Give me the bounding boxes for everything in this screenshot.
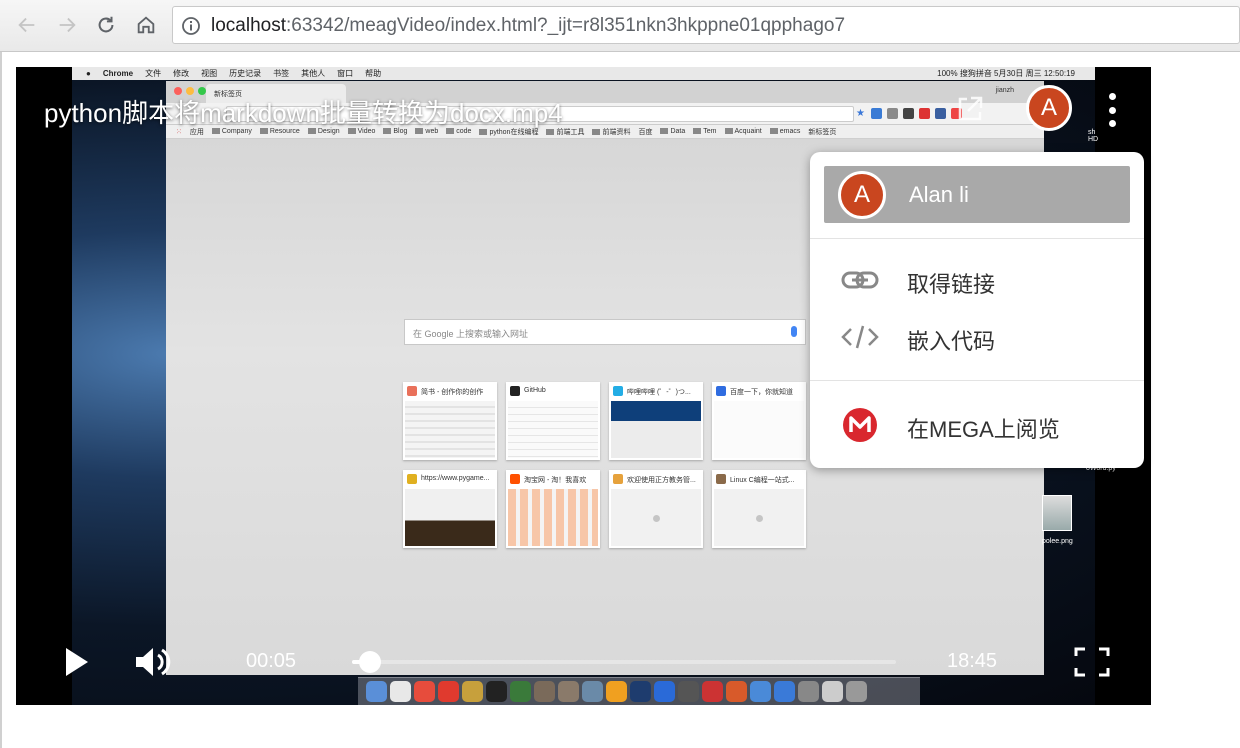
browser-toolbar: localhost:63342/meagVideo/index.html?_ij… <box>0 0 1240 52</box>
menubar-item: 文件 <box>145 69 162 78</box>
fullscreen-icon[interactable] <box>1074 647 1110 677</box>
video-title: python脚本将markdown批量转换为docx.mp4 <box>44 98 563 128</box>
link-icon <box>841 271 879 289</box>
bookmark: 新标签页 <box>808 128 837 136</box>
desktop-thumbnail <box>1042 495 1072 531</box>
embed-code-item[interactable]: 嵌入代码 <box>810 312 1144 362</box>
user-avatar[interactable]: A <box>1026 85 1072 131</box>
menubar-item: 修改 <box>173 69 190 78</box>
recorded-user: jianzh <box>995 87 1014 94</box>
code-icon <box>841 325 879 349</box>
total-time: 18:45 <box>947 650 998 672</box>
arrow-left-icon <box>18 17 35 33</box>
url-text: localhost:63342/meagVideo/index.html?_ij… <box>211 15 846 36</box>
menubar-item: 书签 <box>273 69 290 78</box>
bookmark: 百度 <box>638 128 653 136</box>
page-border <box>0 52 2 748</box>
forward-button[interactable] <box>54 12 80 38</box>
more-menu-icon[interactable] <box>1104 93 1120 127</box>
reload-button[interactable] <box>93 12 119 38</box>
desktop-label: sh HD <box>1088 129 1099 143</box>
home-icon <box>137 16 155 34</box>
view-on-mega-item[interactable]: 在MEGA上阅览 <box>810 400 1144 450</box>
bookmark: Acquaint <box>724 128 762 135</box>
recorded-search-box: 在 Google 上搜索或输入网址 <box>404 319 806 345</box>
recorded-tile: 简书 - 创作你的创作 <box>403 382 497 460</box>
account-name: Alan li <box>909 182 969 207</box>
menubar-status: 100% 搜狗拼音 5月30日 周三 12:50:19 <box>937 69 1075 78</box>
get-link-item[interactable]: 取得链接 <box>810 255 1144 305</box>
seek-bar[interactable] <box>352 651 896 673</box>
mega-logo-icon <box>843 408 877 442</box>
bookmark: Tem <box>693 128 717 135</box>
recorded-tile: 百度一下，你就知道 <box>712 382 806 460</box>
embed-code-label: 嵌入代码 <box>907 329 996 354</box>
current-time: 00:05 <box>246 650 297 672</box>
arrow-right-icon <box>59 17 76 33</box>
bookmark: Data <box>660 128 685 135</box>
menubar-item: 窗口 <box>337 69 354 78</box>
recorded-tile: 欢迎使用正方教务管... <box>609 470 703 548</box>
user-account-row[interactable]: A Alan li <box>824 166 1130 223</box>
volume-icon[interactable] <box>134 645 172 679</box>
recorded-tile: 哔哩哔哩 (゜-゜)つ... <box>609 382 703 460</box>
apple-icon: ● <box>86 69 91 78</box>
star-icon: ★ <box>856 108 865 119</box>
menubar-item: 其他人 <box>301 69 326 78</box>
menu-divider <box>810 380 1144 381</box>
play-icon[interactable] <box>64 647 90 677</box>
recorded-tile: https://www.pygame... <box>403 470 497 548</box>
address-bar[interactable]: localhost:63342/meagVideo/index.html?_ij… <box>172 6 1240 44</box>
info-icon[interactable] <box>181 16 201 36</box>
menubar-item: 视图 <box>201 69 218 78</box>
open-external-icon[interactable] <box>954 93 986 125</box>
reload-icon <box>98 16 114 33</box>
menubar-item: 历史记录 <box>229 69 262 78</box>
view-on-mega-label: 在MEGA上阅览 <box>907 417 1060 442</box>
menu-divider <box>810 238 1144 239</box>
desktop-label: polee.png <box>1042 538 1073 545</box>
seek-handle[interactable] <box>359 651 381 673</box>
get-link-label: 取得链接 <box>907 272 996 297</box>
bookmark: 前端资料 <box>592 127 630 137</box>
extension-icons <box>871 108 962 119</box>
recorded-menubar: ● Chrome 文件 修改 视图 历史记录 书签 其他人 窗口 帮助 100%… <box>72 67 1095 80</box>
menubar-item: 帮助 <box>365 69 382 78</box>
recorded-tile: 淘宝网 - 淘！我喜欢 <box>506 470 600 548</box>
mic-icon <box>791 326 797 337</box>
bookmark: emacs <box>769 128 800 135</box>
back-button[interactable] <box>14 12 40 38</box>
account-avatar: A <box>838 171 886 219</box>
recorded-tile: Linux C编程一站式... <box>712 470 806 548</box>
share-menu: A Alan li 取得链接 嵌入代码 在MEGA上阅览 <box>810 152 1144 468</box>
recorded-dock <box>358 677 920 705</box>
recorded-tile: GitHub <box>506 382 600 460</box>
menubar-item: Chrome <box>102 69 134 78</box>
home-button[interactable] <box>133 12 159 38</box>
